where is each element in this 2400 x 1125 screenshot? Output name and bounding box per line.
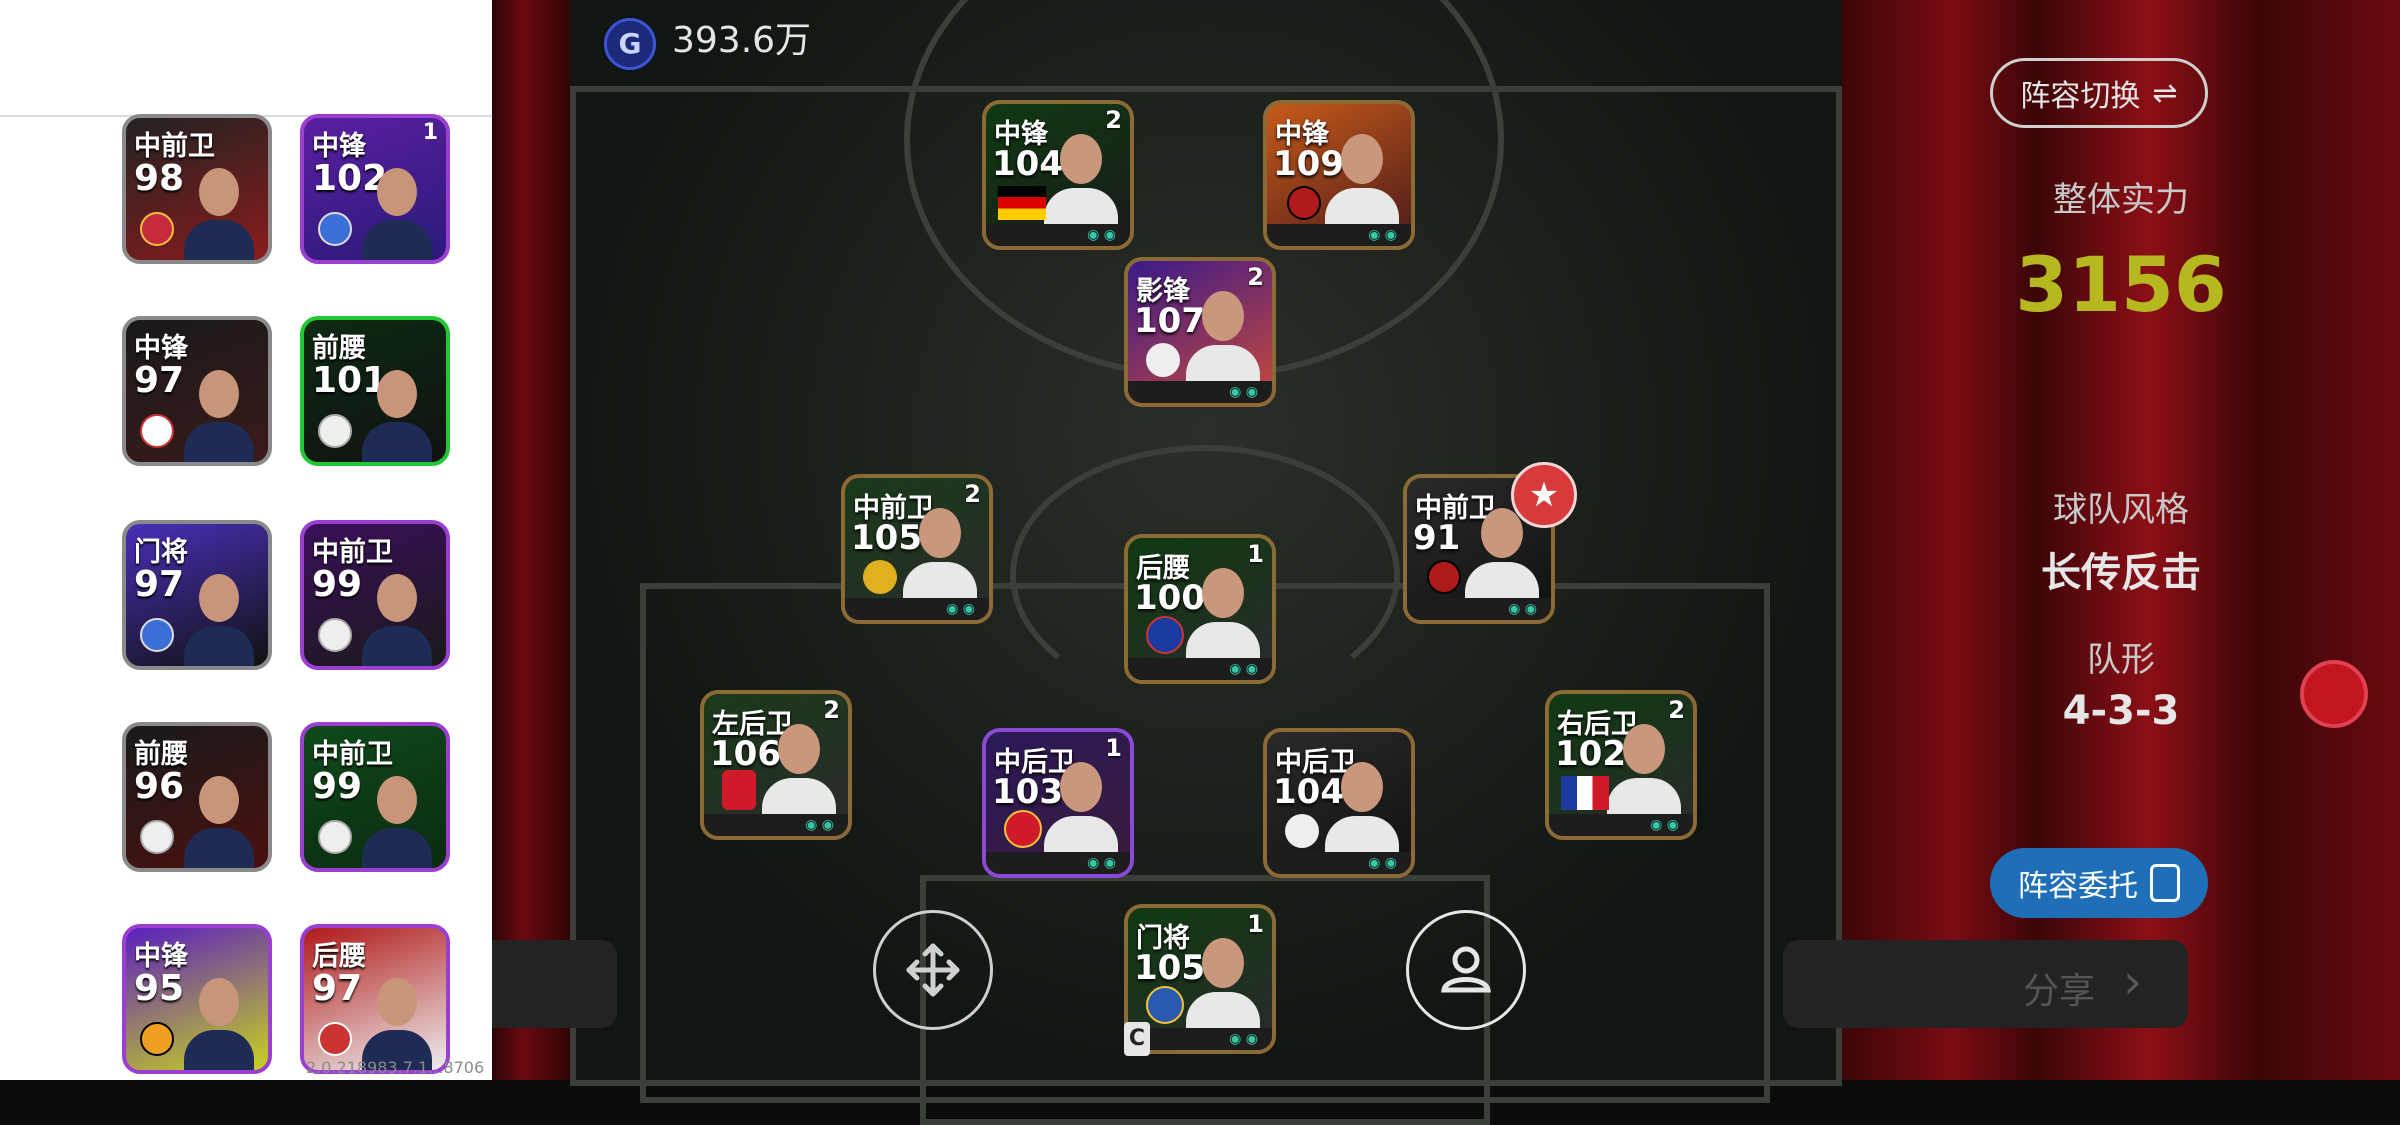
sidebar-player-card[interactable]: 中锋 95 <box>122 924 272 1074</box>
swap-icon: ⇌ <box>2152 75 2178 111</box>
lineup-player-card[interactable]: 后腰 100 1 ◉ ◉ <box>1124 534 1276 684</box>
chevron-right-icon: › <box>2123 954 2143 1010</box>
player-portrait <box>176 362 262 462</box>
player-portrait <box>354 768 440 868</box>
sidebar-player-card[interactable]: 中前卫 98 <box>122 114 272 264</box>
c-badge: C <box>1124 1022 1150 1056</box>
lineup-player-card[interactable]: 中前卫 105 2 ◉ ◉ <box>841 474 993 624</box>
player-portrait <box>176 970 262 1070</box>
move-button[interactable] <box>873 910 993 1030</box>
club-badge-icon <box>1427 560 1461 594</box>
germany-flag-icon <box>998 186 1046 220</box>
lineup-player-card[interactable]: 中锋 109 ◉ ◉ <box>1263 100 1415 250</box>
club-badge-icon <box>722 770 756 810</box>
player-portrait <box>176 160 262 260</box>
player-portrait <box>1180 932 1266 1032</box>
lineup-player-card[interactable]: 影锋 107 2 ◉ ◉ <box>1124 257 1276 407</box>
sidebar-header <box>0 0 492 117</box>
club-badge-icon <box>1285 814 1319 848</box>
lineup-player-card[interactable]: 中后卫 104 ◉ ◉ <box>1263 728 1415 878</box>
player-sidebar: 中前卫 98 中锋 102 1 中锋 97 前腰 101 门将 97 中前卫 9… <box>0 0 492 1080</box>
player-portrait <box>1038 756 1124 856</box>
player-portrait <box>897 502 983 602</box>
skill-dots: ◉ ◉ <box>1549 814 1693 836</box>
skill-dots: ◉ ◉ <box>986 224 1130 246</box>
club-badge-icon <box>318 1022 352 1056</box>
team-style-value: 长传反击 <box>2041 550 2201 596</box>
club-badge-icon <box>1146 616 1184 654</box>
skill-dots: ◉ ◉ <box>704 814 848 836</box>
lineup-delegate-label: 阵容委托 <box>2018 869 2138 904</box>
club-badge-icon <box>140 820 174 854</box>
club-badge-icon <box>140 414 174 448</box>
gold-coin-icon: G <box>604 18 656 70</box>
left-curtain <box>492 0 570 1080</box>
share-button[interactable]: 分享 › <box>1783 940 2188 1028</box>
move-arrows-icon <box>906 943 960 997</box>
player-view-button[interactable] <box>1406 910 1526 1030</box>
lineup-switch-label: 阵容切换 <box>2020 79 2141 114</box>
delegate-icon <box>2150 864 2180 902</box>
decorative-flower-icon <box>2300 660 2368 728</box>
sidebar-player-card[interactable]: 前腰 101 <box>300 316 450 466</box>
player-portrait <box>176 566 262 666</box>
lineup-player-card[interactable]: 右后卫 102 2 ◉ ◉ <box>1545 690 1697 840</box>
captain-star-icon: ★ <box>1511 462 1577 528</box>
club-badge-icon <box>1146 986 1184 1024</box>
lineup-delegate-button[interactable]: 阵容委托 <box>1990 848 2208 918</box>
club-badge-icon <box>318 820 352 854</box>
sidebar-player-card[interactable]: 中前卫 99 <box>300 520 450 670</box>
lineup-player-card[interactable]: 中锋 104 2 ◉ ◉ <box>982 100 1134 250</box>
overall-strength-value: 3156 <box>2015 240 2227 329</box>
club-badge-icon <box>1004 810 1042 848</box>
player-portrait <box>1180 562 1266 662</box>
skill-dots: ◉ ◉ <box>1128 658 1272 680</box>
coin-balance: 393.6万 <box>672 20 812 61</box>
france-flag-icon <box>1561 776 1609 810</box>
player-portrait <box>354 970 440 1070</box>
skill-dots: ◉ ◉ <box>1407 598 1551 620</box>
club-badge-icon <box>1287 186 1321 220</box>
lineup-player-card[interactable]: 中后卫 103 1 ◉ ◉ <box>982 728 1134 878</box>
team-style-label: 球队风格 <box>2053 490 2189 530</box>
player-portrait <box>756 718 842 818</box>
player-portrait <box>1038 128 1124 228</box>
sidebar-player-card[interactable]: 中锋 102 1 <box>300 114 450 264</box>
lineup-player-card[interactable]: 左后卫 106 2 ◉ ◉ <box>700 690 852 840</box>
player-portrait <box>354 160 440 260</box>
share-label: 分享 <box>2023 971 2096 1012</box>
player-portrait <box>176 768 262 868</box>
bottom-left-panel[interactable] <box>492 940 617 1028</box>
lineup-switch-button[interactable]: 阵容切换 ⇌ <box>1990 58 2208 128</box>
player-portrait <box>354 362 440 462</box>
club-badge-icon <box>140 212 174 246</box>
sidebar-player-card[interactable]: 中锋 97 <box>122 316 272 466</box>
skill-dots: ◉ ◉ <box>845 598 989 620</box>
skill-dots: ◉ ◉ <box>986 852 1130 874</box>
player-portrait <box>1601 718 1687 818</box>
club-badge-icon <box>318 414 352 448</box>
skill-dots: ◉ ◉ <box>1267 224 1411 246</box>
club-badge-icon <box>1146 343 1180 377</box>
player-portrait <box>354 566 440 666</box>
skill-dots: ◉ ◉ <box>1267 852 1411 874</box>
card-rating: 91 <box>1413 518 1461 558</box>
club-badge-icon <box>140 1022 174 1056</box>
card-level: 1 <box>422 120 438 145</box>
player-portrait <box>1180 285 1266 385</box>
overall-strength-label: 整体实力 <box>2053 180 2189 220</box>
person-icon <box>1441 946 1491 993</box>
sidebar-player-card[interactable]: 后腰 97 <box>300 924 450 1074</box>
sidebar-player-card[interactable]: 门将 97 <box>122 520 272 670</box>
club-badge-icon <box>140 618 174 652</box>
club-badge-icon <box>318 618 352 652</box>
club-badge-icon <box>863 560 897 594</box>
skill-dots: ◉ ◉ <box>1128 381 1272 403</box>
player-portrait <box>1319 128 1405 228</box>
sidebar-player-card[interactable]: 前腰 96 <box>122 722 272 872</box>
player-portrait <box>1319 756 1405 856</box>
version-text: 2.0.218983.7.1...8706 <box>306 1058 485 1077</box>
club-badge-icon <box>318 212 352 246</box>
sidebar-player-card[interactable]: 中前卫 99 <box>300 722 450 872</box>
